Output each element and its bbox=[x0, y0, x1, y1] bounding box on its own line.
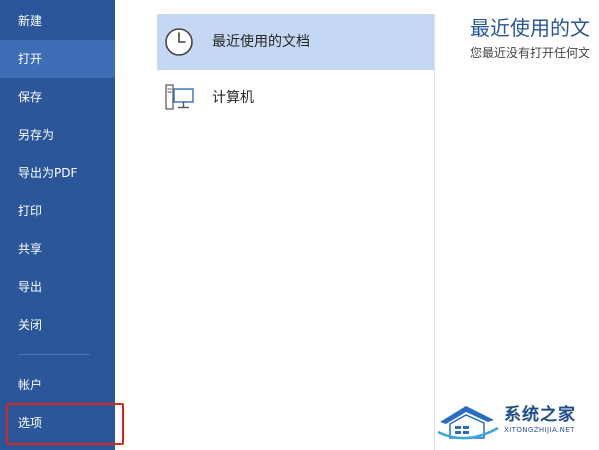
clock-icon bbox=[165, 28, 193, 56]
sidebar-item-print[interactable]: 打印 bbox=[0, 192, 115, 230]
sidebar-item-export-pdf[interactable]: 导出为PDF bbox=[0, 154, 115, 192]
sidebar-item-share[interactable]: 共享 bbox=[0, 230, 115, 268]
sidebar-item-open[interactable]: 打开 bbox=[0, 40, 115, 78]
house-logo-icon bbox=[437, 406, 499, 440]
place-recent-documents[interactable]: 最近使用的文档 bbox=[157, 14, 434, 70]
recent-documents-heading: 最近使用的文 bbox=[470, 16, 590, 40]
recent-documents-empty-message: 您最近没有打开任何文 bbox=[470, 46, 591, 60]
place-computer[interactable]: 计算机 bbox=[157, 70, 434, 126]
computer-icon bbox=[165, 84, 194, 110]
sidebar-item-new[interactable]: 新建 bbox=[0, 2, 115, 40]
watermark-site-name: 系统之家 bbox=[504, 405, 576, 425]
open-places-list: 最近使用的文档 计算机 bbox=[157, 14, 434, 126]
sidebar-item-close[interactable]: 关闭 bbox=[0, 306, 115, 344]
backstage-sidebar: 新建 打开 保存 另存为 导出为PDF 打印 共享 导出 关闭 帐户 选项 bbox=[0, 0, 115, 450]
place-computer-label: 计算机 bbox=[212, 90, 254, 106]
sidebar-item-account[interactable]: 帐户 bbox=[0, 366, 115, 404]
site-watermark: 系统之家 XITONGZHIJIA.NET bbox=[436, 398, 599, 444]
sidebar-divider bbox=[18, 354, 90, 355]
sidebar-item-save-as[interactable]: 另存为 bbox=[0, 116, 115, 154]
sidebar-item-export[interactable]: 导出 bbox=[0, 268, 115, 306]
sidebar-item-save[interactable]: 保存 bbox=[0, 78, 115, 116]
panel-divider bbox=[434, 14, 435, 450]
watermark-site-url: XITONGZHIJIA.NET bbox=[504, 426, 575, 434]
sidebar-item-options[interactable]: 选项 bbox=[0, 404, 115, 442]
place-recent-label: 最近使用的文档 bbox=[212, 34, 310, 50]
